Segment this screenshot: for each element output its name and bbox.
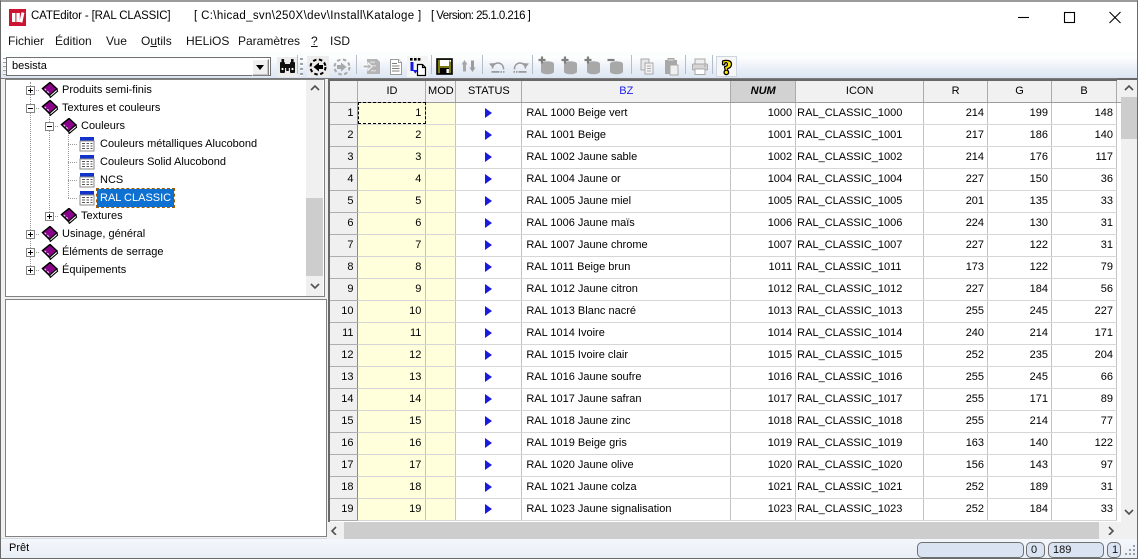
svg-text:?: ? bbox=[722, 57, 732, 78]
